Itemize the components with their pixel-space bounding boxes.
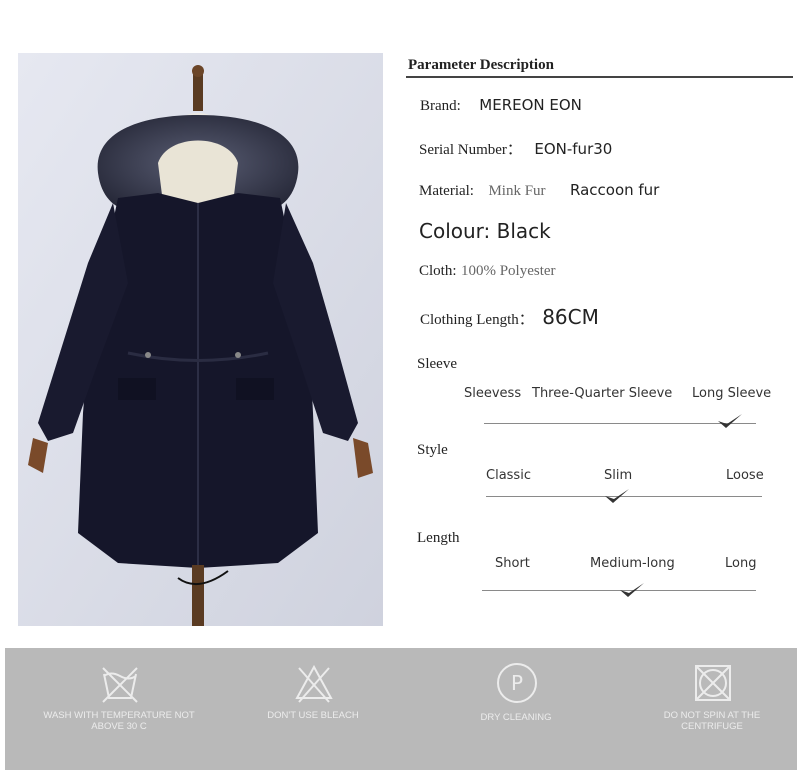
care-item-bleach: DON'T USE BLEACH <box>233 648 393 770</box>
serial-row: Serial Number： EON-fur30 <box>419 138 612 159</box>
length-option-medium-long: Medium-long <box>590 556 675 571</box>
title-divider <box>406 76 793 78</box>
product-photo <box>18 53 383 626</box>
sleeve-option-sleeveless: Sleevess <box>464 386 522 401</box>
colour-row: Colour: Black <box>419 219 551 243</box>
sleeve-option-three-quarter: Three-Quarter Sleeve <box>532 386 673 401</box>
colour-text: Colour: Black <box>419 219 551 243</box>
style-title: Style <box>417 442 448 458</box>
care-item-no-spin: DO NOT SPIN AT THE CENTRIFUGE <box>632 648 792 770</box>
parka-illustration <box>18 53 383 626</box>
material-label: Material: <box>419 183 474 199</box>
sleeve-title: Sleeve <box>417 356 457 372</box>
sleeve-check-icon <box>718 414 742 428</box>
length-option-long: Long <box>725 556 757 571</box>
wash-temperature-icon <box>102 667 138 703</box>
brand-label: Brand: <box>420 98 461 114</box>
no-bleach-icon <box>295 664 333 703</box>
sleeve-option-long: Long Sleeve <box>692 386 772 401</box>
length-row: Clothing Length： 86CM <box>420 305 599 329</box>
no-spin-icon <box>695 665 731 701</box>
care-item-dry-cleaning: P DRY CLEANING <box>436 648 596 770</box>
care-text-no-spin: DO NOT SPIN AT THE CENTRIFUGE <box>663 710 761 732</box>
length-value: 86CM <box>542 305 599 329</box>
style-option-slim: Slim <box>604 468 633 483</box>
serial-value: EON-fur30 <box>534 140 613 158</box>
length-option-short: Short <box>495 556 530 571</box>
style-option-loose: Loose <box>726 468 764 483</box>
material-value-raccoon: Raccoon fur <box>569 181 660 199</box>
cloth-value: 100% Polyester <box>460 263 556 279</box>
material-row: Material: Mink Fur Raccoon fur <box>419 181 659 200</box>
brand-value: MEREON EON <box>479 96 582 114</box>
care-text-dry-cleaning: DRY CLEANING <box>480 712 552 723</box>
cloth-row: Cloth: 100% Polyester <box>419 262 556 280</box>
care-text-wash: WASH WITH TEMPERATURE NOT ABOVE 30 C <box>43 710 195 732</box>
style-option-classic: Classic <box>486 468 531 483</box>
serial-label: Serial Number： <box>419 142 522 158</box>
brand-row: Brand: MEREON EON <box>420 96 582 115</box>
material-value-mink: Mink Fur <box>488 183 546 199</box>
parameter-title: Parameter Description <box>408 57 554 73</box>
care-instructions-band: WASH WITH TEMPERATURE NOT ABOVE 30 C DON… <box>5 648 797 770</box>
dry-cleaning-symbol: P <box>510 671 524 695</box>
length-check-icon <box>620 583 644 597</box>
length-title: Length <box>417 530 460 546</box>
care-item-wash: WASH WITH TEMPERATURE NOT ABOVE 30 C <box>39 648 199 770</box>
style-check-icon <box>605 489 629 503</box>
length-label: Clothing Length： <box>420 312 534 328</box>
cloth-label: Cloth: <box>419 263 457 279</box>
care-text-bleach: DON'T USE BLEACH <box>267 710 359 721</box>
